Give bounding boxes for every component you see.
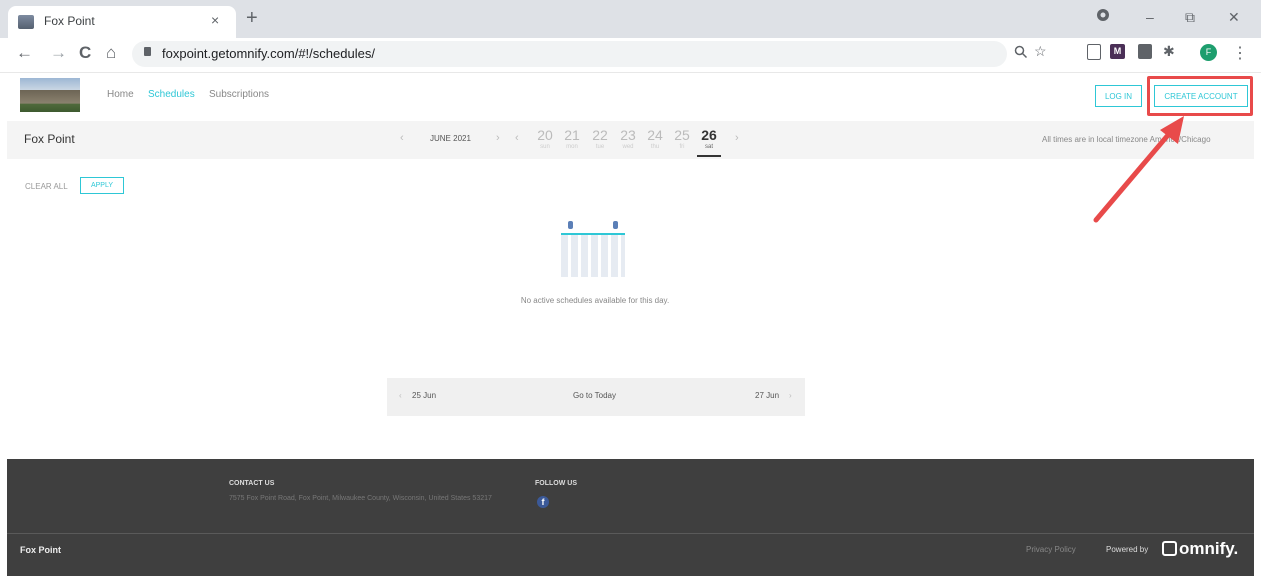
close-window-button[interactable]: ✕ — [1228, 9, 1240, 26]
empty-calendar-icon — [561, 221, 625, 278]
prev-day-arrow[interactable]: ‹ — [399, 391, 402, 400]
selected-day-underline — [697, 155, 721, 157]
login-button[interactable]: LOG IN — [1095, 85, 1142, 107]
home-button[interactable]: ⌂ — [106, 43, 116, 63]
extensions-puzzle-icon[interactable]: ✱ — [1163, 43, 1175, 60]
extension-doc-icon[interactable] — [1138, 44, 1152, 59]
annotation-arrow-icon — [1093, 116, 1184, 223]
day-25[interactable]: 25 fri — [670, 127, 694, 150]
day-pager: ‹ 25 Jun Go to Today 27 Jun › — [387, 378, 805, 416]
next-week-arrow[interactable]: › — [735, 132, 739, 144]
chrome-update-icon[interactable] — [1094, 6, 1112, 24]
calendar-ring — [613, 221, 618, 229]
extension-m-icon[interactable]: M — [1110, 44, 1125, 59]
lock-icon — [144, 47, 151, 56]
prev-month-arrow[interactable]: ‹ — [400, 132, 404, 144]
next-month-arrow[interactable]: › — [496, 132, 500, 144]
calendar-ring — [568, 221, 573, 229]
day-22[interactable]: 22 tue — [588, 127, 612, 150]
browser-tab[interactable]: Fox Point × — [8, 6, 236, 38]
bookmark-star-icon[interactable]: ☆ — [1034, 43, 1047, 60]
site-footer: CONTACT US 7575 Fox Point Road, Fox Poin… — [7, 459, 1254, 576]
privacy-policy-link[interactable]: Privacy Policy — [1026, 545, 1076, 554]
day-name: mon — [566, 144, 578, 150]
facebook-icon[interactable]: f — [537, 496, 549, 508]
apply-button[interactable]: APPLY — [80, 177, 124, 194]
day-number: 22 — [592, 127, 608, 143]
day-number: 25 — [674, 127, 690, 143]
day-name: thu — [650, 144, 660, 150]
prev-day-link[interactable]: 25 Jun — [412, 391, 436, 400]
day-number: 23 — [620, 127, 636, 143]
next-day-arrow[interactable]: › — [789, 391, 792, 400]
day-20[interactable]: 20 sun — [533, 127, 557, 150]
restore-button[interactable]: ⧉ — [1185, 9, 1195, 26]
calendar-grid — [561, 235, 625, 277]
new-tab-button[interactable]: + — [246, 7, 258, 30]
address-bar[interactable]: foxpoint.getomnify.com/#!/schedules/ ☆ — [132, 41, 1047, 67]
day-name: wed — [622, 144, 634, 150]
reload-button[interactable]: C — [79, 43, 91, 63]
omnify-logo[interactable]: omnify. — [1162, 539, 1238, 559]
day-24[interactable]: 24 thu — [643, 127, 667, 150]
clear-all-link[interactable]: CLEAR ALL — [25, 182, 68, 191]
minimize-button[interactable]: – — [1146, 9, 1154, 25]
day-26-selected[interactable]: 26 sat — [697, 127, 721, 150]
footer-divider — [7, 533, 1254, 534]
empty-message: No active schedules available for this d… — [520, 296, 670, 305]
browser-toolbar: ← → C ⌂ foxpoint.getomnify.com/#!/schedu… — [0, 38, 1261, 73]
follow-heading: FOLLOW US — [535, 480, 577, 487]
extension-clip-icon[interactable] — [1087, 44, 1101, 60]
prev-week-arrow[interactable]: ‹ — [515, 132, 519, 144]
next-day-link[interactable]: 27 Jun — [755, 391, 779, 400]
day-number: 26 — [701, 127, 717, 143]
day-name: tue — [595, 144, 605, 150]
site-logo[interactable] — [20, 78, 80, 112]
url-text: foxpoint.getomnify.com/#!/schedules/ — [162, 46, 375, 61]
day-number: 21 — [564, 127, 580, 143]
menu-icon[interactable]: ⋮ — [1232, 43, 1248, 63]
day-name: sun — [540, 144, 550, 150]
omnify-box-icon — [1162, 541, 1177, 556]
nav-schedules[interactable]: Schedules — [148, 89, 195, 100]
tab-title: Fox Point — [44, 14, 95, 28]
footer-brand: Fox Point — [20, 545, 61, 555]
month-label[interactable]: JUNE 2021 — [430, 134, 471, 143]
favicon-icon — [18, 15, 34, 29]
back-button[interactable]: ← — [16, 43, 33, 63]
day-number: 20 — [537, 127, 553, 143]
tab-close-icon[interactable]: × — [211, 12, 219, 28]
day-23[interactable]: 23 wed — [616, 127, 640, 150]
omnify-wordmark: omnify. — [1179, 539, 1239, 558]
location-title: Fox Point — [24, 132, 75, 146]
contact-heading: CONTACT US — [229, 480, 275, 487]
day-number: 24 — [647, 127, 663, 143]
schedule-date-bar: Fox Point ‹ JUNE 2021 › ‹ 20 sun 21 mon … — [7, 121, 1254, 159]
powered-by-text: Powered by — [1106, 545, 1149, 554]
nav-home[interactable]: Home — [107, 89, 134, 100]
search-icon[interactable] — [1014, 45, 1028, 62]
forward-button[interactable]: → — [50, 43, 67, 63]
nav-subscriptions[interactable]: Subscriptions — [209, 89, 269, 100]
day-name: sat — [704, 144, 713, 150]
go-to-today-link[interactable]: Go to Today — [573, 391, 616, 400]
profile-avatar[interactable]: F — [1200, 44, 1217, 61]
contact-address: 7575 Fox Point Road, Fox Point, Milwauke… — [229, 495, 492, 502]
day-21[interactable]: 21 mon — [560, 127, 584, 150]
day-name: fri — [679, 144, 685, 150]
browser-tab-bar: Fox Point × + – ⧉ ✕ — [0, 0, 1261, 38]
